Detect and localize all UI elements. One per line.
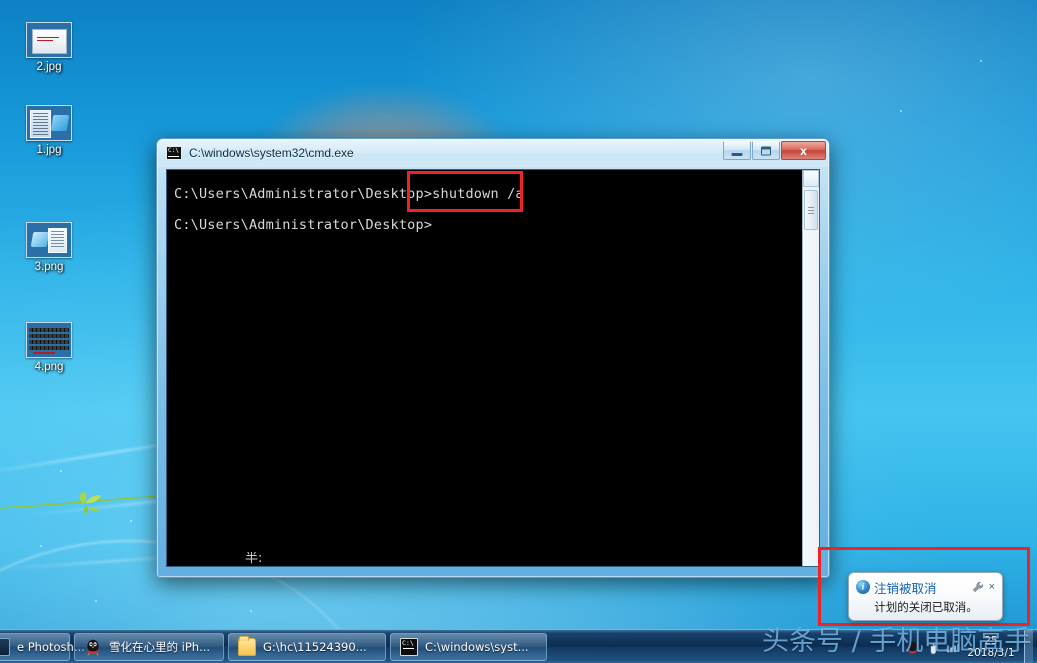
cmd-window-title: C:\windows\system32\cmd.exe [189, 146, 354, 160]
desktop-icon-label: 4.png [34, 361, 64, 373]
scroll-up-arrow-icon[interactable] [803, 170, 819, 187]
restore-icon [761, 146, 771, 155]
console-icon [166, 146, 182, 160]
taskbar-item-qq[interactable]: 雪化在心里的 iPh... [74, 632, 224, 661]
cmd-titlebar[interactable]: C:\windows\system32\cmd.exe x [157, 139, 829, 167]
image-thumbnail-icon [26, 222, 72, 258]
desktop-screen: 2.jpg 1.jpg 3.png 4.png C:\windows\syste… [0, 0, 1037, 663]
taskbar-item-label: G:\hc\11524390... [263, 639, 367, 654]
close-button[interactable]: x [781, 141, 826, 160]
notification-balloon[interactable]: 注销被取消 × 计划的关闭已取消。 [848, 572, 1003, 621]
close-icon: x [800, 143, 807, 158]
wrench-icon[interactable] [972, 581, 984, 593]
folder-icon [238, 635, 256, 656]
system-tray[interactable]: 25 2018/3/1 [905, 630, 1037, 663]
taskbar-item-folder[interactable]: G:\hc\11524390... [228, 632, 386, 661]
scrollbar-track[interactable] [803, 230, 819, 566]
clock-date: 2018/3/1 [967, 647, 1015, 659]
desktop-icon-3png[interactable]: 3.png [8, 222, 90, 274]
notification-title: 注销被取消 [874, 580, 937, 596]
desktop-icon-label: 3.png [34, 261, 64, 273]
network-tray-icon[interactable] [945, 640, 960, 655]
window-controls: x [723, 141, 826, 160]
desktop-icon-2jpg[interactable]: 2.jpg [8, 22, 90, 74]
desktop-icon-label: 1.jpg [36, 144, 62, 156]
info-icon [856, 580, 870, 594]
image-thumbnail-icon [26, 105, 72, 141]
taskbar-item-label: 雪化在心里的 iPh... [109, 639, 211, 654]
photoshop-icon [0, 637, 10, 656]
cmd-window[interactable]: C:\windows\system32\cmd.exe x C:\Users\A… [156, 138, 830, 578]
scrollbar-thumb[interactable] [804, 190, 818, 230]
cmd-line-1: C:\Users\Administrator\Desktop>shutdown … [174, 186, 524, 202]
cmd-console-text: C:\Users\Administrator\Desktop>shutdown … [167, 170, 802, 566]
clock-time: 25 [984, 635, 998, 647]
desktop-icon-1jpg[interactable]: 1.jpg [8, 105, 90, 157]
qq-tray-icon[interactable] [905, 640, 920, 655]
notification-body: 计划的关闭已取消。 [874, 600, 978, 614]
image-thumbnail-icon [26, 22, 72, 58]
cmd-scrollbar[interactable] [802, 170, 819, 566]
show-desktop-button[interactable] [1024, 630, 1033, 663]
cmd-console-area[interactable]: C:\Users\Administrator\Desktop>shutdown … [166, 169, 820, 567]
cmd-line-2: C:\Users\Administrator\Desktop> [174, 217, 433, 233]
qq-penguin-icon [84, 638, 102, 656]
notification-close-icon[interactable]: × [988, 581, 996, 593]
image-thumbnail-icon [26, 322, 72, 358]
minimize-icon [731, 152, 743, 156]
taskbar-item-cmd[interactable]: C:\windows\syst... [390, 632, 547, 661]
desktop-icon-4png[interactable]: 4.png [8, 322, 90, 374]
notification-header: 注销被取消 × [856, 578, 996, 596]
minimize-button[interactable] [723, 141, 751, 160]
cmd-bottom-partial-text: 半: [245, 552, 263, 565]
console-icon [400, 637, 418, 656]
taskbar-clock[interactable]: 25 2018/3/1 [965, 635, 1019, 659]
taskbar-item-label: C:\windows\syst... [425, 639, 529, 654]
taskbar-item-photoshop[interactable]: e Photosh... [0, 632, 85, 661]
restore-button[interactable] [752, 141, 780, 160]
hand-cursor-tray-icon[interactable] [925, 640, 940, 655]
desktop-icon-label: 2.jpg [36, 61, 62, 73]
taskbar[interactable]: e Photosh... 雪化在心里的 iPh... G:\hc\1152439… [0, 629, 1037, 663]
